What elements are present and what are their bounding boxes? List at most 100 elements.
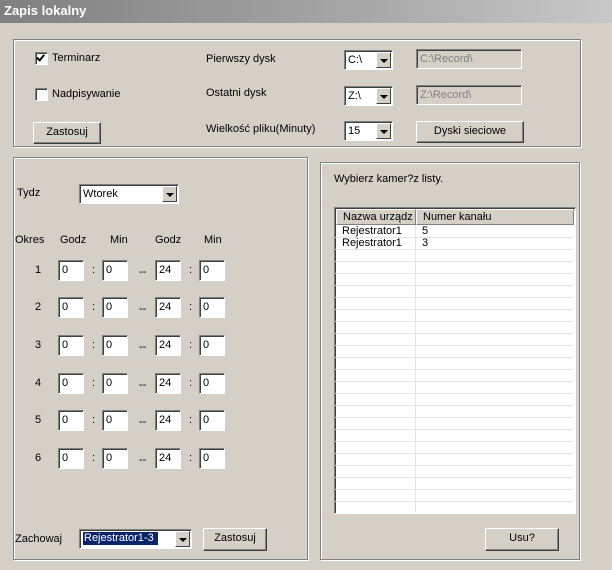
colon-separator: : bbox=[92, 339, 96, 351]
range-separator: -- bbox=[139, 416, 147, 428]
last-disk-select[interactable]: Z:\ bbox=[344, 86, 393, 106]
end-min-input[interactable]: 0 bbox=[199, 335, 225, 356]
period-number: 3 bbox=[35, 339, 42, 351]
header-min-start: Min bbox=[110, 234, 128, 246]
header-hour-start: Godz bbox=[60, 234, 87, 246]
device-cell: Rejestrator1 bbox=[342, 225, 402, 237]
period-number: 5 bbox=[35, 414, 42, 426]
period-number: 6 bbox=[35, 452, 42, 464]
row-gridline bbox=[335, 501, 573, 502]
end-hour-input[interactable]: 24 bbox=[155, 448, 181, 469]
range-separator: -- bbox=[139, 266, 147, 278]
start-min-input[interactable]: 0 bbox=[102, 373, 128, 394]
day-value: Wtorek bbox=[83, 188, 118, 200]
colon-separator: : bbox=[92, 264, 96, 276]
chevron-down-icon[interactable] bbox=[376, 123, 391, 139]
nadpisywanie-checkbox[interactable] bbox=[35, 88, 48, 101]
schedule-group bbox=[13, 157, 308, 560]
end-hour-input[interactable]: 24 bbox=[155, 373, 181, 394]
last-disk-path: Z:\Record\ bbox=[416, 85, 522, 105]
start-hour-input[interactable]: 0 bbox=[58, 373, 84, 394]
end-hour-input[interactable]: 24 bbox=[155, 335, 181, 356]
chevron-down-icon[interactable] bbox=[376, 52, 391, 68]
title-bar: Zapis lokalny bbox=[0, 0, 612, 23]
terminarz-label: Terminarz bbox=[52, 52, 101, 64]
week-label: Tydz bbox=[17, 187, 41, 199]
start-min-input[interactable]: 0 bbox=[102, 335, 128, 356]
row-gridline bbox=[335, 465, 573, 466]
row-gridline bbox=[335, 357, 573, 358]
row-gridline bbox=[335, 417, 573, 418]
start-hour-input[interactable]: 0 bbox=[58, 260, 84, 281]
colon-separator: : bbox=[92, 414, 96, 426]
start-hour-input[interactable]: 0 bbox=[58, 297, 84, 318]
start-min-input[interactable]: 0 bbox=[102, 410, 128, 431]
column-header-channel[interactable]: Numer kanału bbox=[416, 209, 574, 225]
file-size-select[interactable]: 15 bbox=[344, 121, 393, 141]
header-hour-end: Godz bbox=[155, 234, 182, 246]
column-header-device[interactable]: Nazwa urządz bbox=[336, 209, 416, 225]
colon-separator: : bbox=[189, 452, 193, 464]
header-period: Okres bbox=[15, 234, 45, 246]
row-gridline bbox=[335, 393, 573, 394]
colon-separator: : bbox=[189, 414, 193, 426]
start-hour-input[interactable]: 0 bbox=[58, 410, 84, 431]
end-min-input[interactable]: 0 bbox=[199, 448, 225, 469]
schedule-apply-button[interactable]: Zastosuj bbox=[203, 528, 267, 551]
row-gridline bbox=[335, 453, 573, 454]
channel-cell: 3 bbox=[422, 237, 429, 249]
row-gridline bbox=[335, 345, 573, 346]
end-min-input[interactable]: 0 bbox=[199, 410, 225, 431]
end-hour-input[interactable]: 24 bbox=[155, 297, 181, 318]
colon-separator: : bbox=[92, 452, 96, 464]
start-hour-input[interactable]: 0 bbox=[58, 448, 84, 469]
first-disk-value: C:\ bbox=[348, 54, 363, 66]
chevron-down-icon[interactable] bbox=[376, 88, 391, 104]
first-disk-path: C:\Record\ bbox=[416, 49, 522, 69]
colon-separator: : bbox=[189, 264, 193, 276]
row-gridline bbox=[335, 261, 573, 262]
row-gridline bbox=[335, 321, 573, 322]
terminarz-checkbox[interactable] bbox=[35, 52, 48, 65]
end-min-input[interactable]: 0 bbox=[199, 297, 225, 318]
first-disk-label: Pierwszy dysk bbox=[206, 53, 276, 65]
period-number: 1 bbox=[35, 264, 42, 276]
end-hour-input[interactable]: 24 bbox=[155, 260, 181, 281]
network-disks-button[interactable]: Dyski sieciowe bbox=[416, 121, 524, 143]
file-size-label: Wielkość pliku(Minuty) bbox=[206, 123, 316, 135]
row-gridline bbox=[335, 297, 573, 298]
row-gridline bbox=[335, 405, 573, 406]
table-row[interactable]: Rejestrator1 3 bbox=[336, 237, 574, 250]
end-min-input[interactable]: 0 bbox=[199, 373, 225, 394]
end-hour-input[interactable]: 24 bbox=[155, 410, 181, 431]
row-gridline bbox=[335, 309, 573, 310]
day-select[interactable]: Wtorek bbox=[79, 184, 179, 204]
period-number: 4 bbox=[35, 377, 42, 389]
delete-button[interactable]: Usu? bbox=[485, 528, 559, 551]
range-separator: -- bbox=[139, 379, 147, 391]
camera-list[interactable]: Nazwa urządz Numer kanału Rejestrator1 5 R… bbox=[334, 207, 576, 514]
colon-separator: : bbox=[92, 377, 96, 389]
first-disk-select[interactable]: C:\ bbox=[344, 50, 393, 70]
window-title: Zapis lokalny bbox=[4, 3, 87, 18]
header-min-end: Min bbox=[204, 234, 222, 246]
colon-separator: : bbox=[189, 339, 193, 351]
start-hour-input[interactable]: 0 bbox=[58, 335, 84, 356]
row-gridline bbox=[335, 285, 573, 286]
row-gridline bbox=[335, 489, 573, 490]
period-number: 2 bbox=[35, 301, 42, 313]
start-min-input[interactable]: 0 bbox=[102, 260, 128, 281]
top-apply-button[interactable]: Zastosuj bbox=[33, 122, 101, 144]
save-target-value: Rejestrator1-3 bbox=[83, 532, 158, 545]
row-gridline bbox=[335, 369, 573, 370]
channel-cell: 5 bbox=[422, 225, 429, 237]
end-min-input[interactable]: 0 bbox=[199, 260, 225, 281]
save-target-select[interactable]: Rejestrator1-3 bbox=[79, 529, 192, 549]
chevron-down-icon[interactable] bbox=[162, 186, 177, 202]
row-gridline bbox=[335, 429, 573, 430]
chevron-down-icon[interactable] bbox=[175, 531, 190, 547]
range-separator: -- bbox=[139, 454, 147, 466]
start-min-input[interactable]: 0 bbox=[102, 297, 128, 318]
start-min-input[interactable]: 0 bbox=[102, 448, 128, 469]
last-disk-value: Z:\ bbox=[348, 90, 361, 102]
